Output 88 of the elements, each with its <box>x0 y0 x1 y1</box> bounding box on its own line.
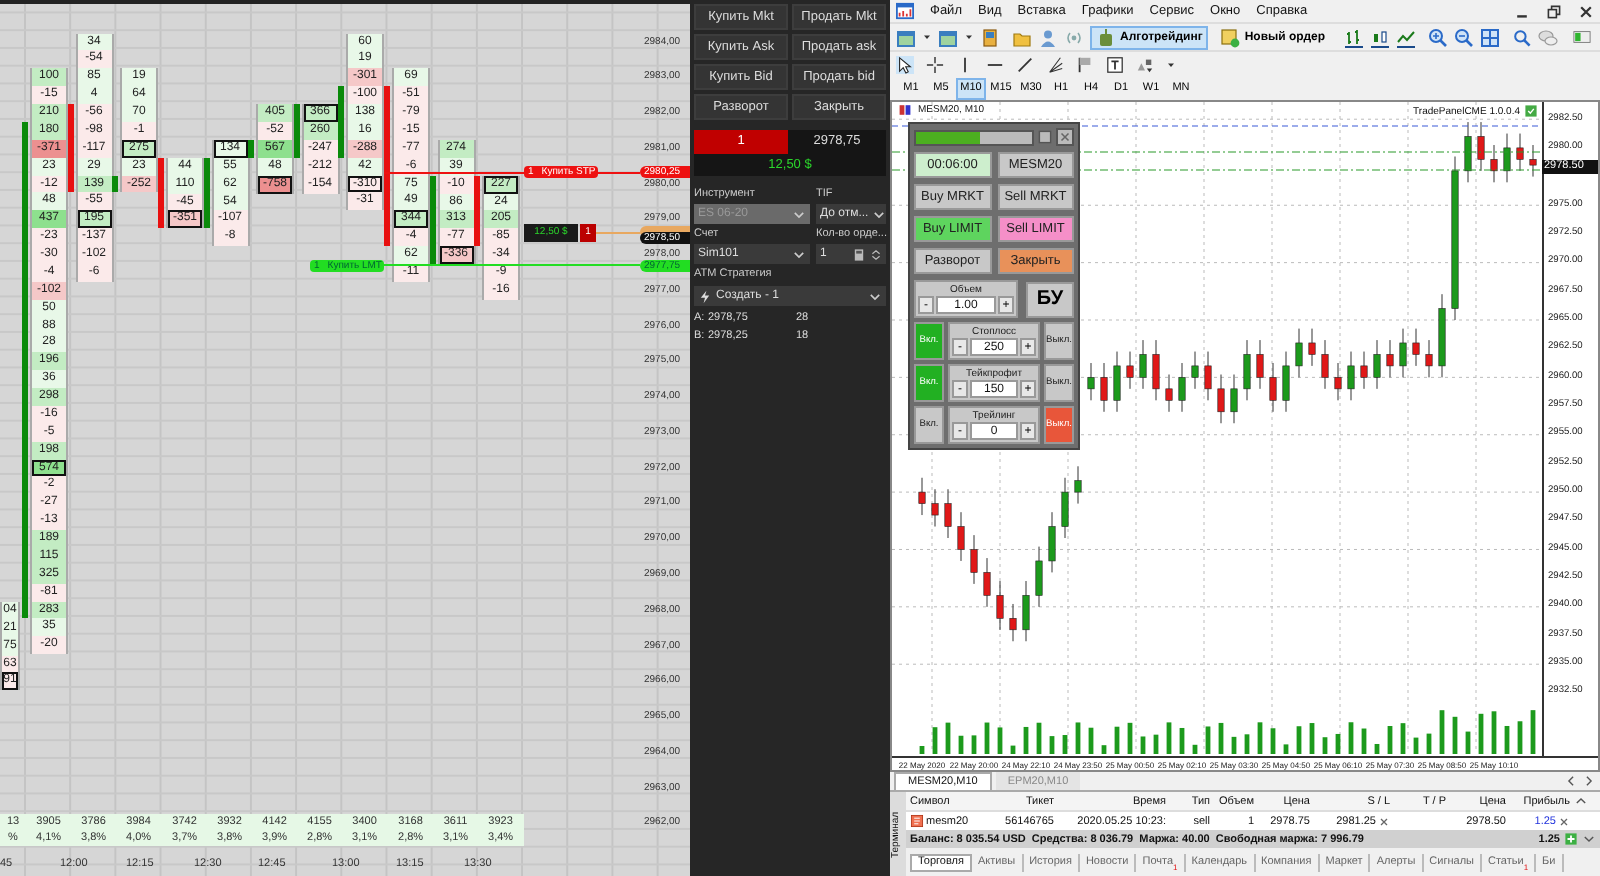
scroll-down-icon[interactable] <box>1582 832 1596 846</box>
candle <box>1347 351 1355 401</box>
candle <box>1048 511 1056 573</box>
candle <box>1126 351 1134 390</box>
text-icon[interactable] <box>1106 55 1124 73</box>
chevron-icon <box>872 207 887 221</box>
candle <box>1009 603 1017 642</box>
window-icon[interactable] <box>896 27 916 47</box>
candle <box>1295 328 1303 378</box>
grid-icon[interactable] <box>1479 27 1500 47</box>
candle <box>1191 351 1199 390</box>
person-icon[interactable] <box>1038 27 1058 47</box>
candle <box>1113 351 1121 413</box>
candle <box>1074 465 1082 505</box>
zoom-in-icon[interactable] <box>1427 27 1448 47</box>
candle <box>931 488 939 528</box>
fan-icon[interactable] <box>1046 55 1064 73</box>
candle <box>1100 362 1108 413</box>
chevron-icon <box>792 247 806 261</box>
candle <box>996 580 1004 631</box>
candle <box>1438 293 1446 378</box>
candle <box>1386 339 1394 378</box>
search-icon[interactable] <box>1511 27 1532 47</box>
candle <box>1087 362 1095 401</box>
caret-icon[interactable] <box>922 32 932 42</box>
candle <box>1139 339 1147 390</box>
caret-icon[interactable] <box>964 32 974 42</box>
candlestick-icon[interactable] <box>1369 27 1390 47</box>
candle <box>1334 362 1342 401</box>
candle <box>1022 580 1030 642</box>
candle <box>957 511 965 562</box>
trendline-icon[interactable] <box>1016 55 1034 73</box>
scroll-up-icon[interactable] <box>1574 794 1588 808</box>
plus-icon[interactable] <box>1564 832 1578 846</box>
candle <box>1308 328 1316 367</box>
candle <box>1230 374 1238 424</box>
candle <box>1373 339 1381 390</box>
crosshair-icon[interactable] <box>926 55 944 73</box>
candle <box>1490 144 1498 183</box>
calculator-icon[interactable] <box>852 247 866 261</box>
candle <box>1516 133 1524 172</box>
candle <box>1217 374 1225 424</box>
candle <box>1256 339 1264 390</box>
candle <box>1321 339 1329 390</box>
spinner-arrows-icon[interactable] <box>870 245 882 263</box>
candle <box>944 488 952 539</box>
close-icon[interactable] <box>1378 815 1390 827</box>
window-icon[interactable] <box>938 27 958 47</box>
candle <box>1165 374 1173 413</box>
candle <box>1061 477 1069 539</box>
candle <box>1503 133 1511 183</box>
candle <box>1243 339 1251 401</box>
candle <box>1282 351 1290 413</box>
candle <box>1529 144 1537 178</box>
close-icon[interactable] <box>1558 815 1570 827</box>
cursor-icon[interactable] <box>896 55 914 73</box>
flag-icon[interactable] <box>1076 55 1094 73</box>
restore-icon[interactable] <box>1546 3 1562 19</box>
order-icon <box>1220 27 1241 47</box>
breakeven-button[interactable]: БУ <box>1026 281 1074 317</box>
close-icon[interactable] <box>1578 3 1594 19</box>
candle <box>1412 328 1420 367</box>
app-icon[interactable] <box>896 2 914 20</box>
candle <box>1269 362 1277 413</box>
candle <box>1152 339 1160 401</box>
line-chart-icon[interactable] <box>1395 27 1416 47</box>
book-icon[interactable] <box>980 27 1000 47</box>
chevron-icon <box>868 289 882 303</box>
robot-icon <box>1096 27 1116 47</box>
candle <box>1464 121 1472 183</box>
candle <box>918 477 926 516</box>
shapes-icon[interactable] <box>1136 55 1154 73</box>
candle <box>1425 339 1433 378</box>
candle <box>983 557 991 608</box>
candle <box>970 534 978 585</box>
caret-icon[interactable] <box>1166 59 1176 69</box>
square-icon[interactable] <box>1038 130 1052 144</box>
bar-chart-icon[interactable] <box>1343 27 1364 47</box>
zoom-out-icon[interactable] <box>1453 27 1474 47</box>
chevron-icon <box>792 207 806 221</box>
candle <box>1399 328 1407 378</box>
lightning-icon <box>698 289 712 303</box>
candle <box>1360 351 1368 390</box>
candle <box>1178 362 1186 413</box>
candle <box>1035 546 1043 608</box>
chart-icon <box>896 104 914 116</box>
candle <box>1477 121 1485 172</box>
candle <box>1204 351 1212 401</box>
